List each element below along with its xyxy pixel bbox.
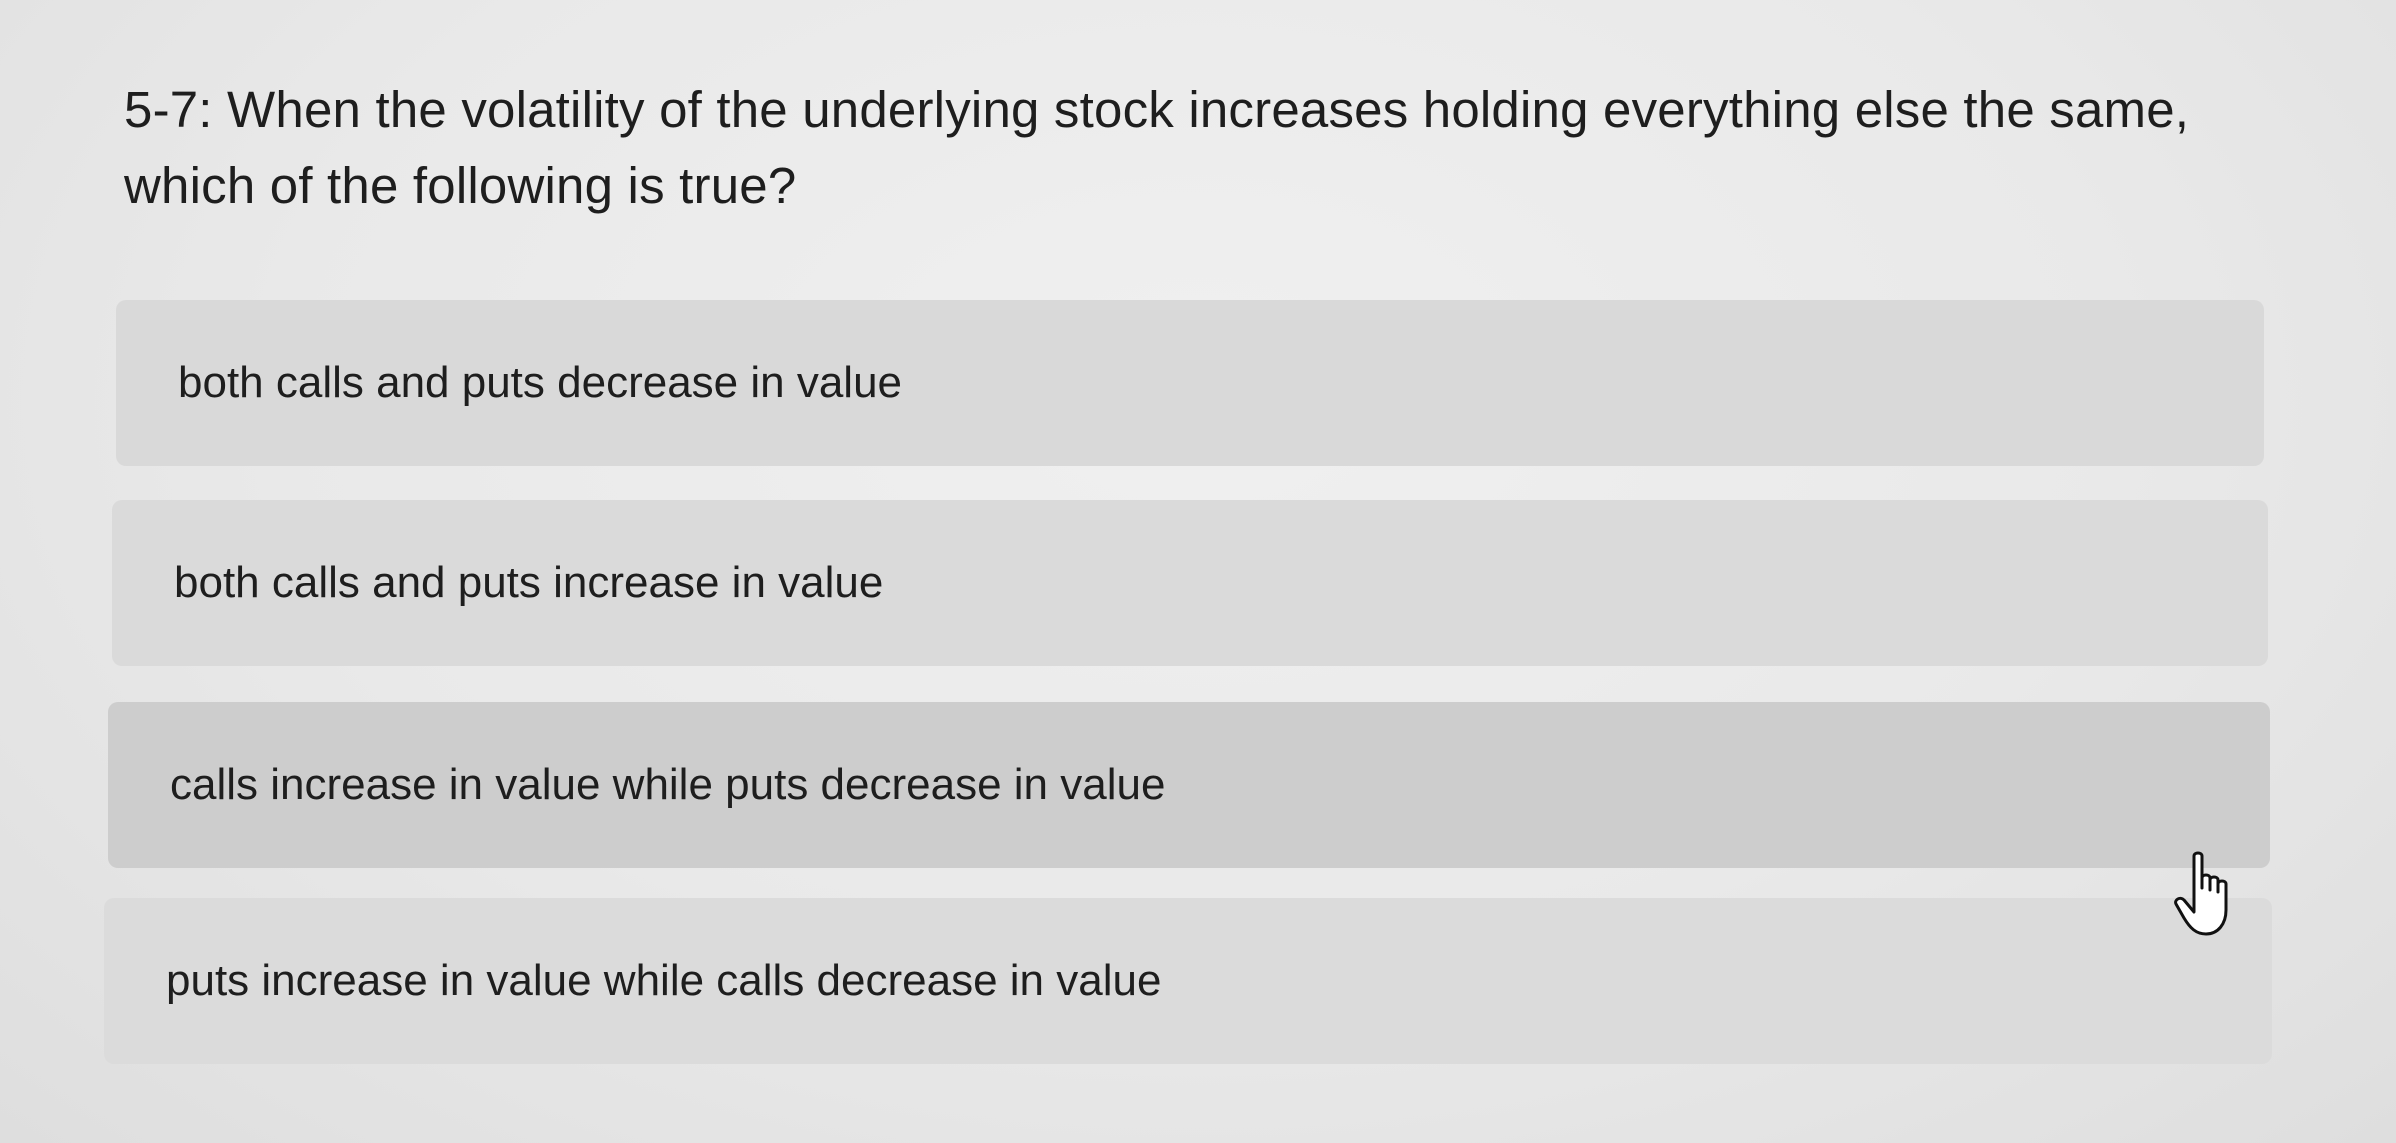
answer-option-2[interactable]: both calls and puts increase in value — [112, 500, 2268, 666]
answer-option-label: both calls and puts increase in value — [174, 558, 884, 607]
question-text: 5-7: When the volatility of the underlyi… — [124, 81, 2190, 214]
answer-option-1[interactable]: both calls and puts decrease in value — [116, 300, 2264, 466]
hand-pointer-icon — [2172, 848, 2244, 944]
answer-option-label: calls increase in value while puts decre… — [170, 760, 1166, 809]
answer-option-label: both calls and puts decrease in value — [178, 358, 903, 407]
answer-option-3[interactable]: calls increase in value while puts decre… — [108, 702, 2270, 868]
answer-option-4[interactable]: puts increase in value while calls decre… — [104, 898, 2272, 1064]
answer-option-label: puts increase in value while calls decre… — [166, 956, 1162, 1005]
